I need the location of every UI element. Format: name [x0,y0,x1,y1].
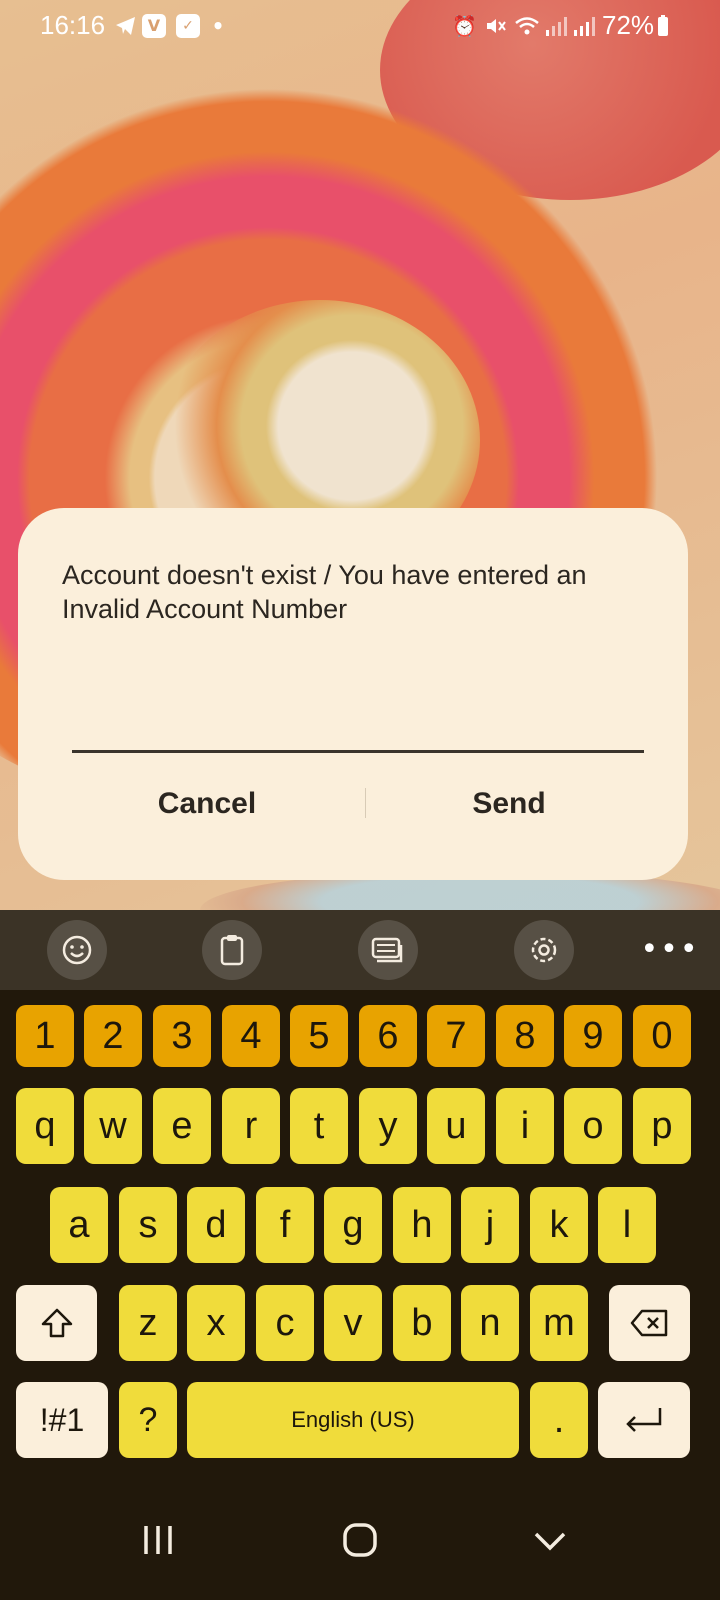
key-4[interactable]: 4 [222,1005,280,1067]
key-3[interactable]: 3 [153,1005,211,1067]
recents-icon[interactable] [128,1510,188,1570]
key-b[interactable]: b [393,1285,451,1361]
key-x[interactable]: x [187,1285,245,1361]
shift-icon [41,1308,72,1338]
telegram-icon [114,14,138,38]
back-icon[interactable] [520,1510,580,1570]
shift-key[interactable] [16,1285,97,1361]
cancel-button[interactable]: Cancel [42,766,372,842]
key-0[interactable]: 0 [633,1005,691,1067]
key-p[interactable]: p [633,1088,691,1164]
key-r[interactable]: r [222,1088,280,1164]
key-9[interactable]: 9 [564,1005,622,1067]
status-bar: 16:16 V ✓ • ⏰ 72% [0,0,720,52]
navigation-bar [0,1480,720,1600]
key-6[interactable]: 6 [359,1005,417,1067]
emoji-icon[interactable] [47,920,107,980]
key-8[interactable]: 8 [496,1005,554,1067]
question-key[interactable]: ? [119,1382,177,1458]
vivaldi-icon: V [142,14,166,38]
clipboard-icon[interactable] [202,920,262,980]
key-h[interactable]: h [393,1187,451,1263]
key-o[interactable]: o [564,1088,622,1164]
key-v[interactable]: v [324,1285,382,1361]
task-check-icon: ✓ [176,14,200,38]
keyboard-mode-icon[interactable] [358,920,418,980]
home-icon[interactable] [330,1510,390,1570]
response-input[interactable] [72,710,644,753]
key-5[interactable]: 5 [290,1005,348,1067]
key-z[interactable]: z [119,1285,177,1361]
symbols-key[interactable]: !#1 [16,1382,108,1458]
key-y[interactable]: y [359,1088,417,1164]
key-s[interactable]: s [119,1187,177,1263]
key-n[interactable]: n [461,1285,519,1361]
period-key[interactable]: . [530,1382,588,1458]
enter-key[interactable] [598,1382,690,1458]
key-c[interactable]: c [256,1285,314,1361]
key-g[interactable]: g [324,1187,382,1263]
key-k[interactable]: k [530,1187,588,1263]
key-m[interactable]: m [530,1285,588,1361]
battery-percent: 72% [602,10,655,40]
signal-icon [572,14,596,38]
ussd-dialog: Account doesn't exist / You have entered… [18,508,688,880]
mute-icon [484,14,508,38]
key-w[interactable]: w [84,1088,142,1164]
settings-icon[interactable] [514,920,574,980]
key-1[interactable]: 1 [16,1005,74,1067]
key-7[interactable]: 7 [427,1005,485,1067]
key-d[interactable]: d [187,1187,245,1263]
key-2[interactable]: 2 [84,1005,142,1067]
wifi-icon [514,14,539,38]
signal-icon [544,14,568,38]
status-time: 16:16 [40,10,106,40]
dot-icon: • [211,14,225,38]
alarm-icon: ⏰ [452,14,477,38]
key-q[interactable]: q [16,1088,74,1164]
send-button[interactable]: Send [344,766,674,842]
more-icon[interactable]: ••• [640,930,700,970]
space-key[interactable]: English (US) [187,1382,519,1458]
key-f[interactable]: f [256,1187,314,1263]
key-a[interactable]: a [50,1187,108,1263]
dialog-message: Account doesn't exist / You have entered… [62,560,587,624]
backspace-key[interactable] [609,1285,690,1361]
key-l[interactable]: l [598,1187,656,1263]
battery-icon [656,14,670,38]
keyboard-toolbar: ••• [0,910,720,990]
key-e[interactable]: e [153,1088,211,1164]
key-j[interactable]: j [461,1187,519,1263]
key-i[interactable]: i [496,1088,554,1164]
backspace-icon [630,1309,667,1337]
key-u[interactable]: u [427,1088,485,1164]
enter-icon [626,1408,662,1432]
key-t[interactable]: t [290,1088,348,1164]
